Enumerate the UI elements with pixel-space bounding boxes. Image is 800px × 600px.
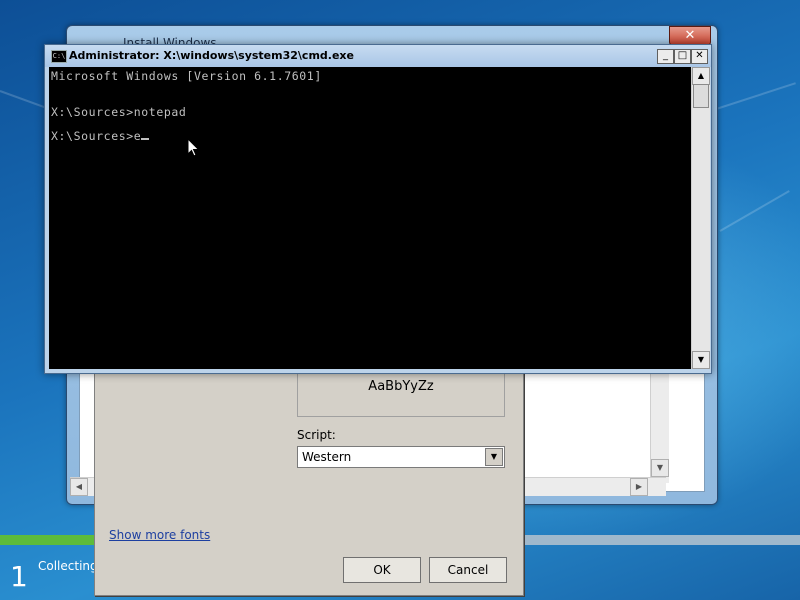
- cmd-window-title: Administrator: X:\windows\system32\cmd.e…: [69, 49, 354, 62]
- minimize-icon[interactable]: _: [657, 49, 674, 64]
- console-line: X:\Sources>notepad: [51, 105, 187, 119]
- maximize-icon[interactable]: □: [674, 49, 691, 64]
- step-number: 1: [10, 560, 28, 593]
- scroll-left-icon[interactable]: ◀: [70, 478, 88, 496]
- scroll-up-icon[interactable]: ▲: [692, 67, 710, 85]
- font-sample-box: AaBbYyZz: [297, 371, 505, 417]
- scroll-down-icon[interactable]: ▼: [692, 351, 710, 369]
- scroll-right-icon[interactable]: ▶: [630, 478, 648, 496]
- cancel-button[interactable]: Cancel: [429, 557, 507, 583]
- font-dialog: AaBbYyZz Script: Western ▼ Show more fon…: [94, 340, 524, 596]
- mouse-pointer-icon: [187, 138, 200, 157]
- ok-button[interactable]: OK: [343, 557, 421, 583]
- cmd-titlebar[interactable]: C:\ Administrator: X:\windows\system32\c…: [45, 45, 711, 67]
- script-select[interactable]: Western ▼: [297, 446, 505, 468]
- scroll-down-icon[interactable]: ▼: [651, 459, 669, 477]
- cmd-window: C:\ Administrator: X:\windows\system32\c…: [44, 44, 712, 374]
- scroll-thumb[interactable]: [693, 84, 709, 108]
- font-sample-text: AaBbYyZz: [368, 379, 434, 394]
- text-cursor: [141, 138, 150, 140]
- close-icon[interactable]: ✕: [691, 49, 708, 64]
- cmd-console[interactable]: Microsoft Windows [Version 6.1.7601] X:\…: [49, 67, 691, 369]
- setup-progress-fill: [0, 535, 96, 545]
- console-line: Microsoft Windows [Version 6.1.7601]: [51, 69, 322, 83]
- console-line-current: X:\Sources>e: [51, 129, 150, 143]
- cmd-app-icon[interactable]: C:\: [51, 50, 67, 63]
- chevron-down-icon[interactable]: ▼: [485, 448, 503, 466]
- console-line-text: X:\Sources>e: [51, 129, 142, 143]
- script-select-value: Western: [302, 450, 352, 464]
- cmd-vertical-scrollbar[interactable]: ▲ ▼: [691, 67, 710, 369]
- step-label: Collecting: [38, 559, 98, 573]
- install-window-close-button[interactable]: ✕: [669, 26, 711, 46]
- show-more-fonts-link[interactable]: Show more fonts: [109, 528, 210, 542]
- script-label: Script:: [297, 428, 336, 442]
